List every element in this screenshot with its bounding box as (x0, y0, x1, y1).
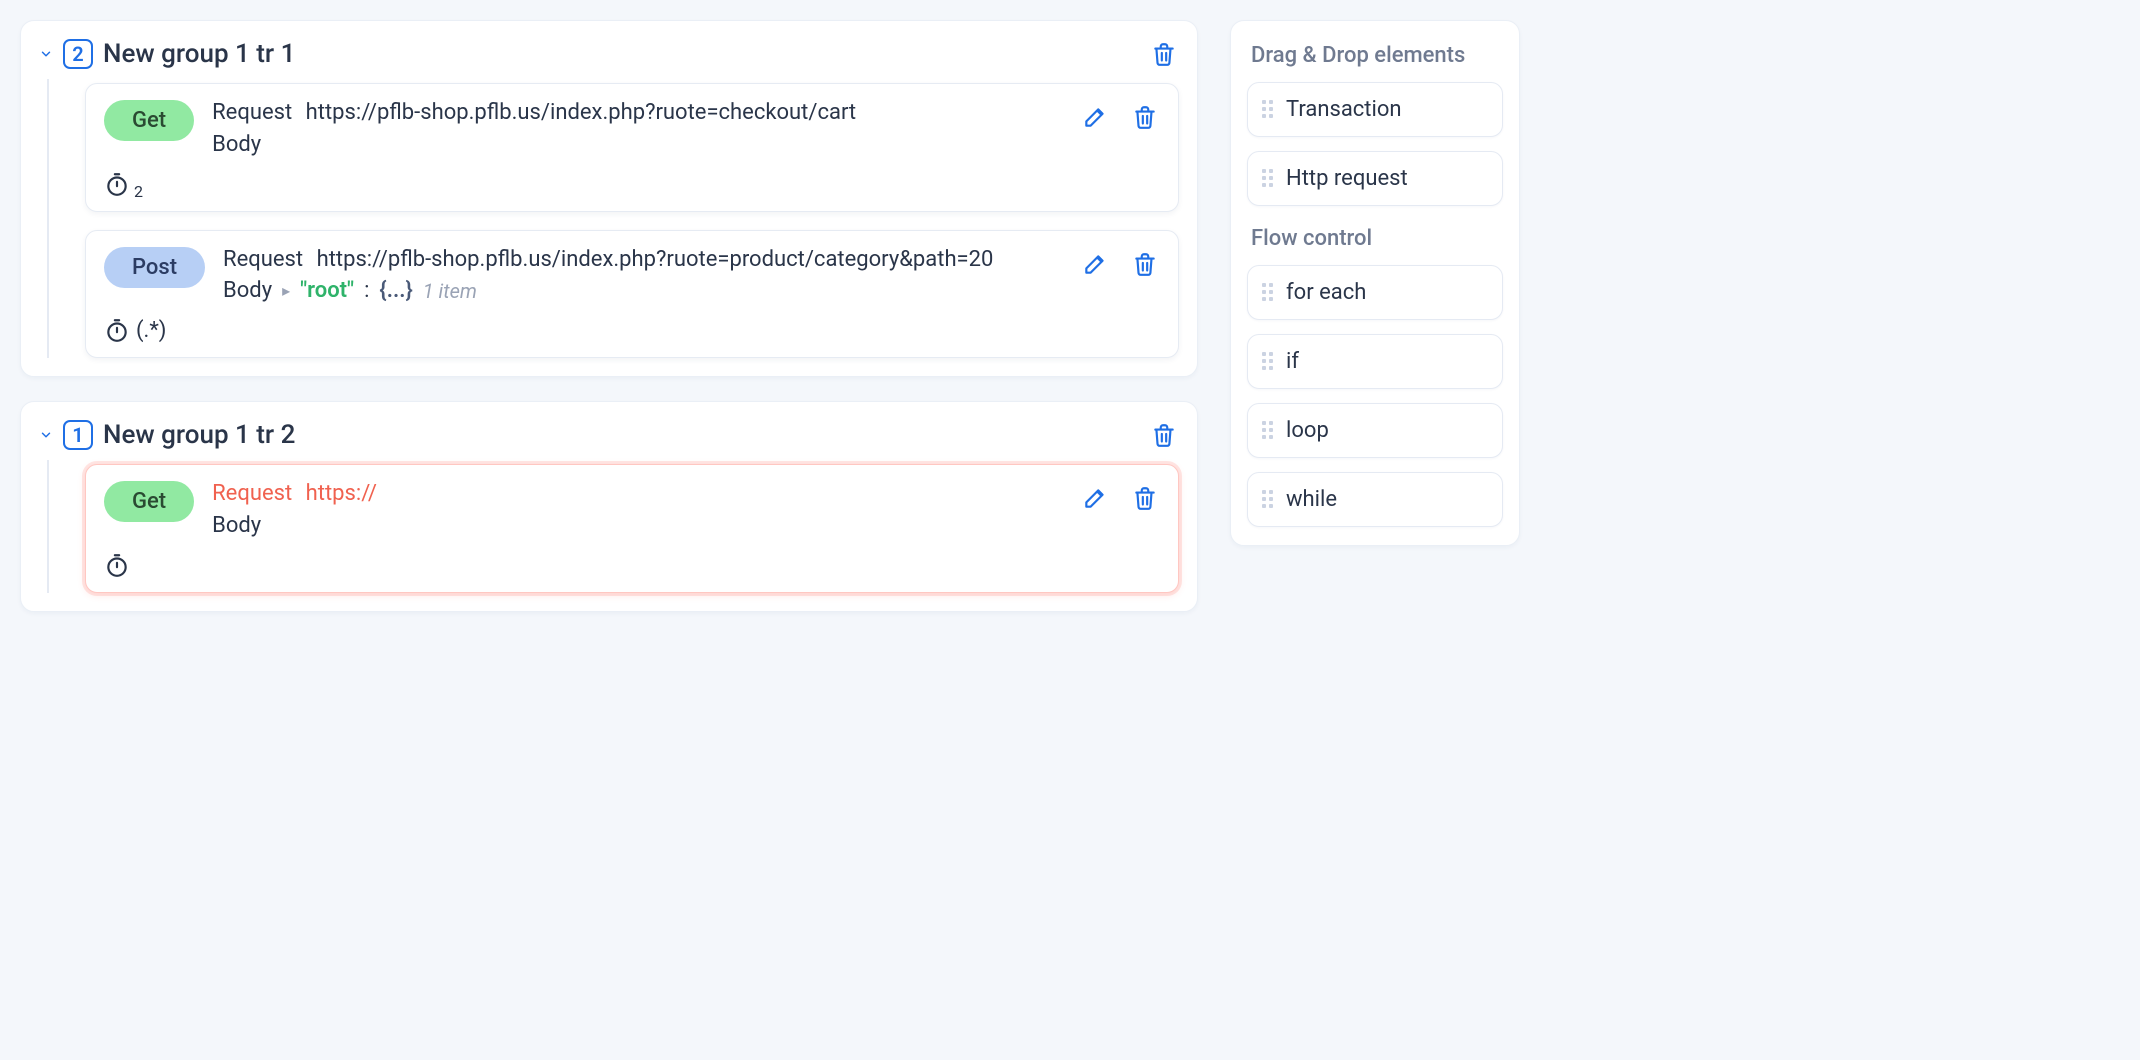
drag-handle-icon[interactable] (1262, 100, 1276, 120)
body-key: "root" (300, 278, 354, 303)
palette-item-http-request[interactable]: Http request (1247, 151, 1503, 206)
edit-request-button[interactable] (1080, 483, 1110, 513)
timer-subscript: 2 (134, 182, 143, 201)
delete-request-button[interactable] (1130, 249, 1160, 279)
group-body: Get Request https:// Body (47, 460, 1179, 593)
group-title: New group 1 tr 2 (103, 420, 1139, 450)
palette-item-label: if (1286, 349, 1299, 374)
palette-heading-flow: Flow control (1247, 220, 1503, 265)
group-header: 2 New group 1 tr 1 (39, 35, 1179, 79)
palette-item-label: Http request (1286, 166, 1408, 191)
palette-item-label: Transaction (1286, 97, 1402, 122)
request-url: https://pflb-shop.pflb.us/index.php?ruot… (317, 247, 994, 272)
delete-group-button[interactable] (1149, 39, 1179, 69)
palette-item-label: for each (1286, 280, 1366, 305)
body-brace: {...} (379, 278, 412, 303)
request-footer: 2 (104, 171, 1160, 197)
group-count-badge: 2 (63, 39, 93, 69)
palette-item-transaction[interactable]: Transaction (1247, 82, 1503, 137)
palette-item-while[interactable]: while (1247, 472, 1503, 527)
request-card[interactable]: Post Request https://pflb-shop.pflb.us/i… (85, 230, 1179, 359)
http-method-badge: Post (104, 247, 205, 288)
body-label: Body (223, 278, 272, 303)
request-label: Request (223, 247, 303, 272)
main-column: 2 New group 1 tr 1 Get Request https://p… (20, 20, 1198, 612)
delete-request-button[interactable] (1130, 102, 1160, 132)
palette-item-label: loop (1286, 418, 1329, 443)
http-method-badge: Get (104, 481, 194, 522)
request-label: Request (212, 100, 292, 125)
chevron-down-icon[interactable] (39, 47, 53, 61)
timer-icon (104, 171, 130, 197)
delete-group-button[interactable] (1149, 420, 1179, 450)
group-header: 1 New group 1 tr 2 (39, 416, 1179, 460)
drag-handle-icon[interactable] (1262, 352, 1276, 372)
body-label: Body (212, 513, 261, 538)
group-card: 1 New group 1 tr 2 Get Request https:// (20, 401, 1198, 612)
request-url: https:// (306, 481, 377, 506)
request-card-error[interactable]: Get Request https:// Body (85, 464, 1179, 593)
request-footer: (.*) (104, 317, 1160, 343)
request-card[interactable]: Get Request https://pflb-shop.pflb.us/in… (85, 83, 1179, 212)
http-method-badge: Get (104, 100, 194, 141)
body-item-count: 1 item (423, 279, 477, 303)
palette-card: Drag & Drop elements Transaction Http re… (1230, 20, 1520, 546)
palette-item-label: while (1286, 487, 1337, 512)
request-text: Request https://pflb-shop.pflb.us/index.… (212, 98, 1062, 157)
timer-icon (104, 552, 130, 578)
palette-heading-elements: Drag & Drop elements (1247, 37, 1503, 82)
request-text: Request https:// Body (212, 479, 1062, 538)
edit-request-button[interactable] (1080, 102, 1110, 132)
drag-handle-icon[interactable] (1262, 169, 1276, 189)
group-card: 2 New group 1 tr 1 Get Request https://p… (20, 20, 1198, 377)
chevron-down-icon[interactable] (39, 428, 53, 442)
drag-handle-icon[interactable] (1262, 490, 1276, 510)
timer-icon (104, 317, 130, 343)
group-title: New group 1 tr 1 (103, 39, 1139, 69)
request-text: Request https://pflb-shop.pflb.us/index.… (223, 245, 1062, 304)
request-label: Request (212, 481, 292, 506)
group-body: Get Request https://pflb-shop.pflb.us/in… (47, 79, 1179, 358)
palette-item-foreach[interactable]: for each (1247, 265, 1503, 320)
drag-handle-icon[interactable] (1262, 283, 1276, 303)
body-label: Body (212, 132, 261, 157)
group-count-badge: 1 (63, 420, 93, 450)
edit-request-button[interactable] (1080, 249, 1110, 279)
drag-handle-icon[interactable] (1262, 421, 1276, 441)
palette-item-if[interactable]: if (1247, 334, 1503, 389)
delete-request-button[interactable] (1130, 483, 1160, 513)
request-url: https://pflb-shop.pflb.us/index.php?ruot… (306, 100, 856, 125)
palette-item-loop[interactable]: loop (1247, 403, 1503, 458)
request-footer (104, 552, 1160, 578)
sidebar: Drag & Drop elements Transaction Http re… (1230, 20, 1520, 612)
footer-regex-text: (.*) (136, 318, 166, 343)
expand-caret-icon[interactable]: ▸ (282, 281, 290, 300)
